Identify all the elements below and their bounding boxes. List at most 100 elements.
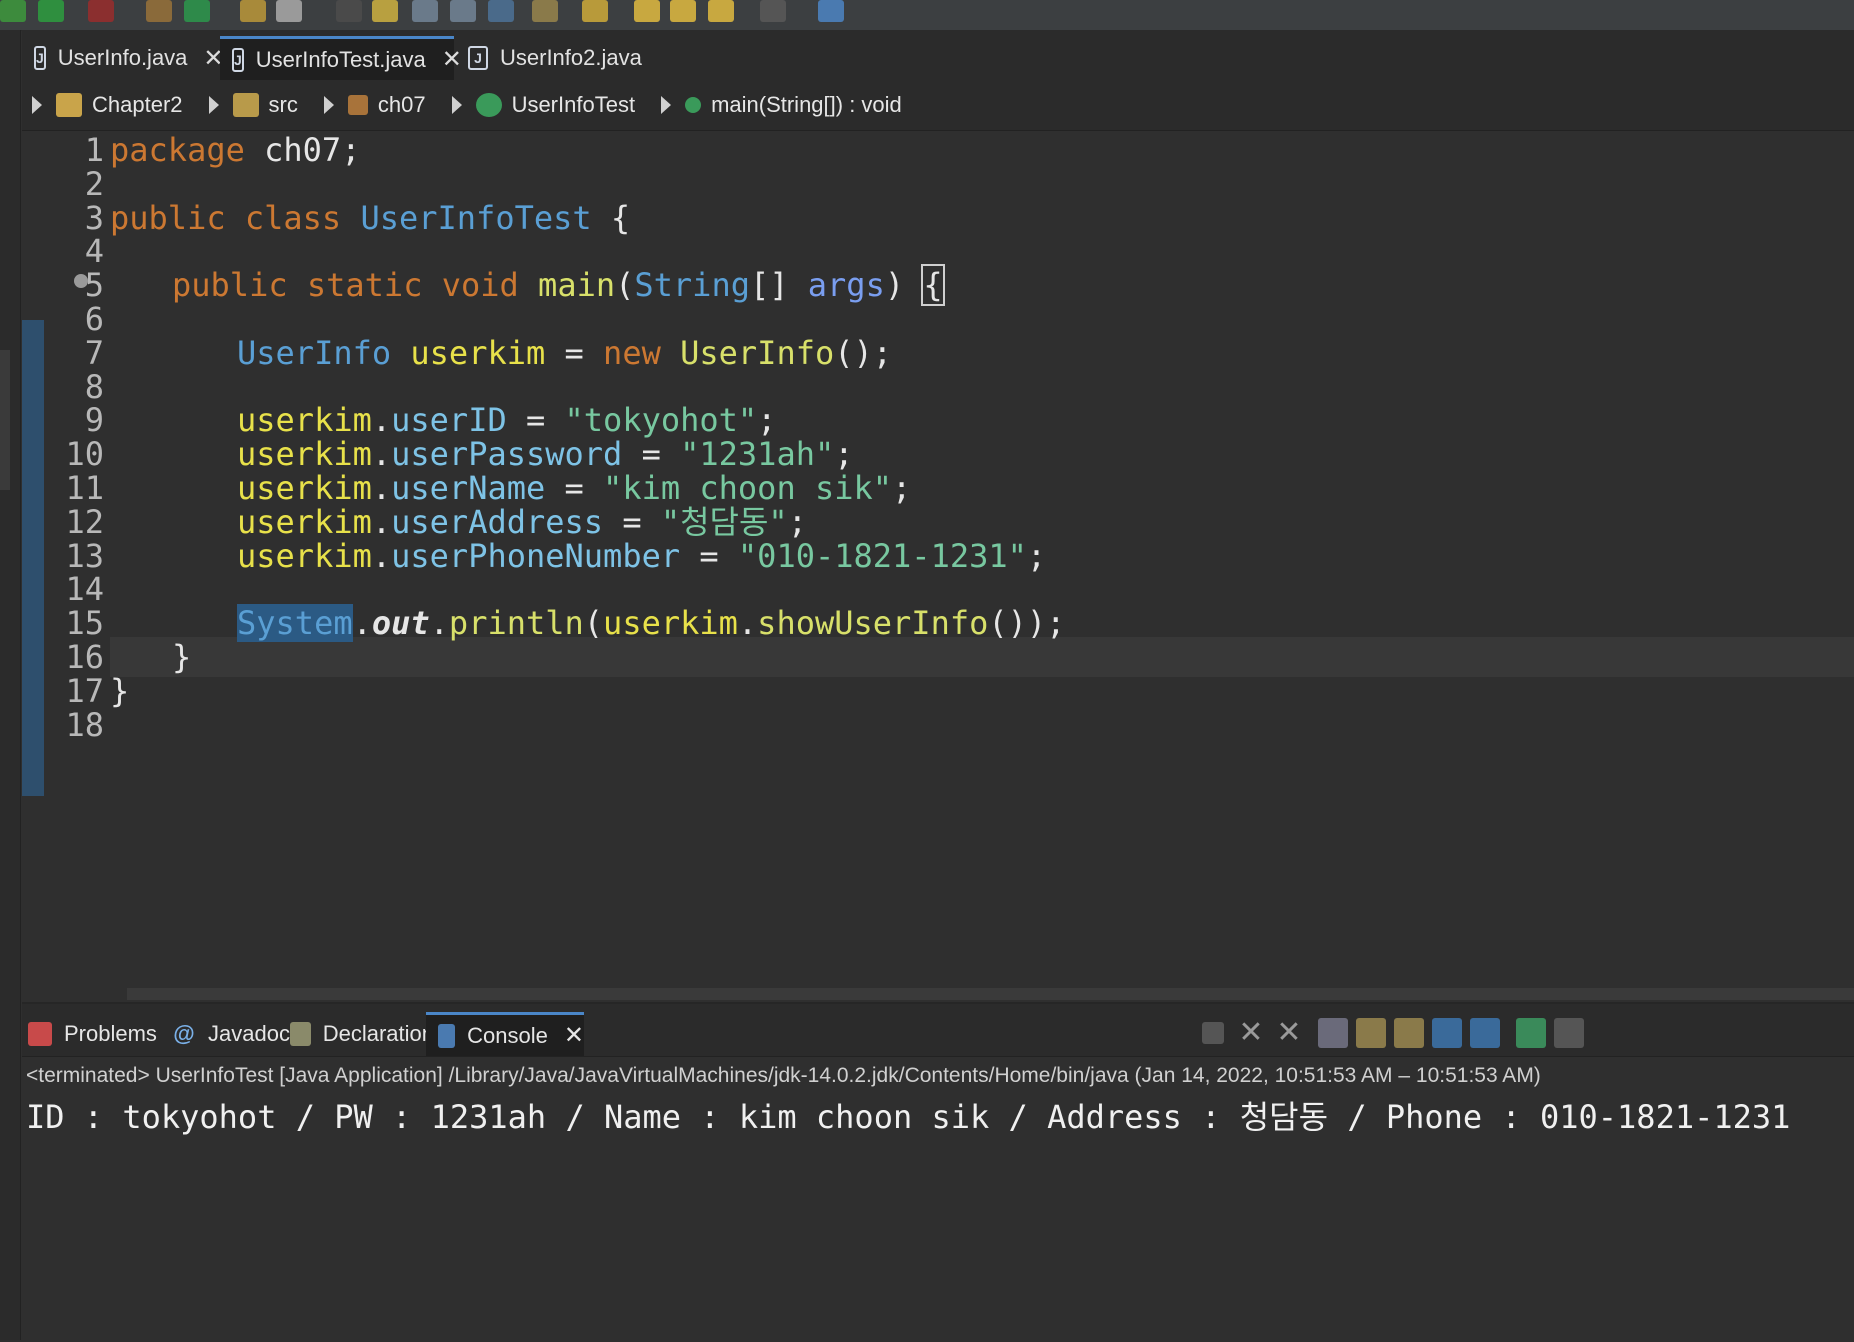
brush-icon[interactable]	[276, 0, 302, 22]
tab-userinfotest[interactable]: J UserInfoTest.java ✕	[220, 36, 462, 80]
word-wrap-icon[interactable]	[1394, 1018, 1424, 1048]
open-folder-icon[interactable]	[240, 0, 266, 22]
breadcrumb-project[interactable]: Chapter2	[56, 92, 183, 118]
scroll-lock-icon[interactable]	[1356, 1018, 1386, 1048]
current-line-highlight	[110, 637, 1854, 677]
breadcrumb-src[interactable]: src	[232, 92, 298, 118]
pin-console-icon[interactable]	[1432, 1018, 1462, 1048]
code-text: {	[591, 199, 631, 237]
chevron-right-icon[interactable]	[323, 96, 334, 114]
method-icon	[685, 97, 702, 113]
tab-label: Declaration	[322, 1021, 434, 1046]
breadcrumb-package[interactable]: ch07	[347, 92, 426, 118]
bottom-panel: Problems @ Javadoc Declaration Console ✕…	[22, 1002, 1854, 1342]
code-line-13: userkim.userPhoneNumber = "010-1821-1231…	[237, 537, 1047, 575]
code-text: =	[545, 334, 604, 372]
run-icon[interactable]	[38, 0, 64, 22]
code-line-5: public static void main(String[] args) {	[172, 264, 945, 306]
pin-editor-icon[interactable]	[818, 0, 844, 22]
source-folder-icon	[232, 93, 259, 117]
console-icon	[438, 1023, 456, 1048]
declaration-icon	[290, 1022, 311, 1046]
tab-declaration[interactable]: Declaration	[284, 1012, 434, 1056]
new-class-icon[interactable]	[184, 0, 210, 22]
code-area[interactable]: 1 2 3 4 5 6 7 8 9 10 11 12 13 14 15 16 1…	[22, 130, 1854, 990]
chevron-right-icon[interactable]	[661, 96, 672, 114]
keyword: package	[110, 131, 245, 169]
horizontal-scrollbar[interactable]	[127, 988, 1854, 1000]
debug-icon[interactable]	[0, 0, 26, 22]
tab-label: UserInfo.java	[57, 45, 188, 70]
highlight-icon[interactable]	[372, 0, 398, 22]
toggle-block-icon[interactable]	[450, 0, 476, 22]
code-line-1: package ch07;	[110, 130, 360, 170]
run-last-icon[interactable]	[336, 0, 362, 22]
code-text: []	[749, 266, 808, 304]
new-package-icon[interactable]	[146, 0, 172, 22]
matching-bracket: {	[921, 264, 945, 306]
view-menu-icon[interactable]	[1554, 1018, 1584, 1048]
fold-collapse-icon[interactable]	[74, 274, 88, 288]
breadcrumb-class[interactable]: UserInfoTest	[475, 92, 635, 118]
variable-name: userkim	[237, 537, 372, 575]
constructor-name: UserInfo	[680, 334, 835, 372]
breadcrumb-label: ch07	[377, 92, 426, 117]
code-text: ());	[988, 604, 1066, 642]
chevron-right-icon[interactable]	[208, 96, 219, 114]
class-icon	[475, 93, 502, 117]
prev-annotation-icon[interactable]	[582, 0, 608, 22]
tab-userinfo[interactable]: J UserInfo.java ✕	[22, 36, 224, 80]
tab-userinfo2[interactable]: J UserInfo2.java	[456, 36, 656, 80]
breadcrumb-label: src	[268, 92, 298, 117]
method-name: main	[538, 266, 616, 304]
package-name: ch07;	[244, 131, 361, 169]
main-toolbar	[0, 0, 1854, 31]
change-marker-bar	[22, 320, 44, 796]
method-name: showUserInfo	[757, 604, 989, 642]
editor-tab-bar: J UserInfo.java ✕ J UserInfoTest.java ✕ …	[22, 30, 1854, 81]
line-number-gutter: 1 2 3 4 5 6 7 8 9 10 11 12 13 14 15 16 1…	[22, 130, 104, 990]
problems-icon	[28, 1022, 52, 1046]
breadcrumb: Chapter2 src ch07 UserInfoTest main(Stri…	[22, 80, 1854, 131]
chevron-right-icon[interactable]	[451, 96, 462, 114]
clear-console-icon[interactable]	[1318, 1018, 1348, 1048]
console-status: <terminated> UserInfoTest [Java Applicat…	[26, 1064, 1541, 1087]
breadcrumb-method[interactable]: main(String[]) : void	[685, 92, 902, 118]
external-tools-icon[interactable]	[88, 0, 114, 22]
forward-icon[interactable]	[670, 0, 696, 22]
class-name: UserInfoTest	[360, 199, 592, 237]
remove-all-terminated-icon[interactable]: ✕	[1274, 1018, 1304, 1048]
type-name: UserInfo	[237, 334, 392, 372]
method-name: println	[448, 604, 584, 642]
back-icon[interactable]	[634, 0, 660, 22]
code-line-3: public class UserInfoTest {	[110, 198, 630, 238]
close-icon[interactable]: ✕	[564, 1021, 584, 1050]
tab-label: UserInfoTest.java	[255, 46, 426, 72]
javadoc-icon: @	[173, 1021, 195, 1046]
display-console-icon[interactable]	[1470, 1018, 1500, 1048]
terminate-icon[interactable]	[1202, 1022, 1224, 1044]
open-console-icon[interactable]	[1516, 1018, 1546, 1048]
tab-problems[interactable]: Problems	[22, 1012, 162, 1056]
breadcrumb-label: main(String[]) : void	[711, 92, 902, 117]
java-file-icon: J	[468, 46, 488, 70]
selected-text: System	[237, 604, 353, 642]
field-name: userPhoneNumber	[391, 537, 681, 575]
toggle-breadcrumb-icon[interactable]	[412, 0, 438, 22]
console-output[interactable]: ID : tokyohot / PW : 1231ah / Name : kim…	[26, 1092, 1790, 1138]
code-text: )	[884, 266, 924, 304]
chevron-right-icon[interactable]	[32, 96, 42, 114]
tab-label: Console	[467, 1022, 548, 1048]
breadcrumb-label: Chapter2	[92, 92, 183, 117]
last-edit-icon[interactable]	[708, 0, 734, 22]
type-name: String	[634, 266, 750, 304]
remove-launch-icon[interactable]: ✕	[1236, 1018, 1266, 1048]
forward-disabled-icon[interactable]	[760, 0, 786, 22]
tab-label: Javadoc	[208, 1021, 290, 1046]
code-line-7: UserInfo userkim = new UserInfo();	[237, 333, 892, 373]
tab-console[interactable]: Console ✕	[426, 1012, 584, 1056]
next-annotation-icon[interactable]	[532, 0, 558, 22]
show-whitespace-icon[interactable]	[488, 0, 514, 22]
tab-javadoc[interactable]: @ Javadoc	[166, 1012, 296, 1056]
project-folder-icon	[56, 93, 82, 117]
